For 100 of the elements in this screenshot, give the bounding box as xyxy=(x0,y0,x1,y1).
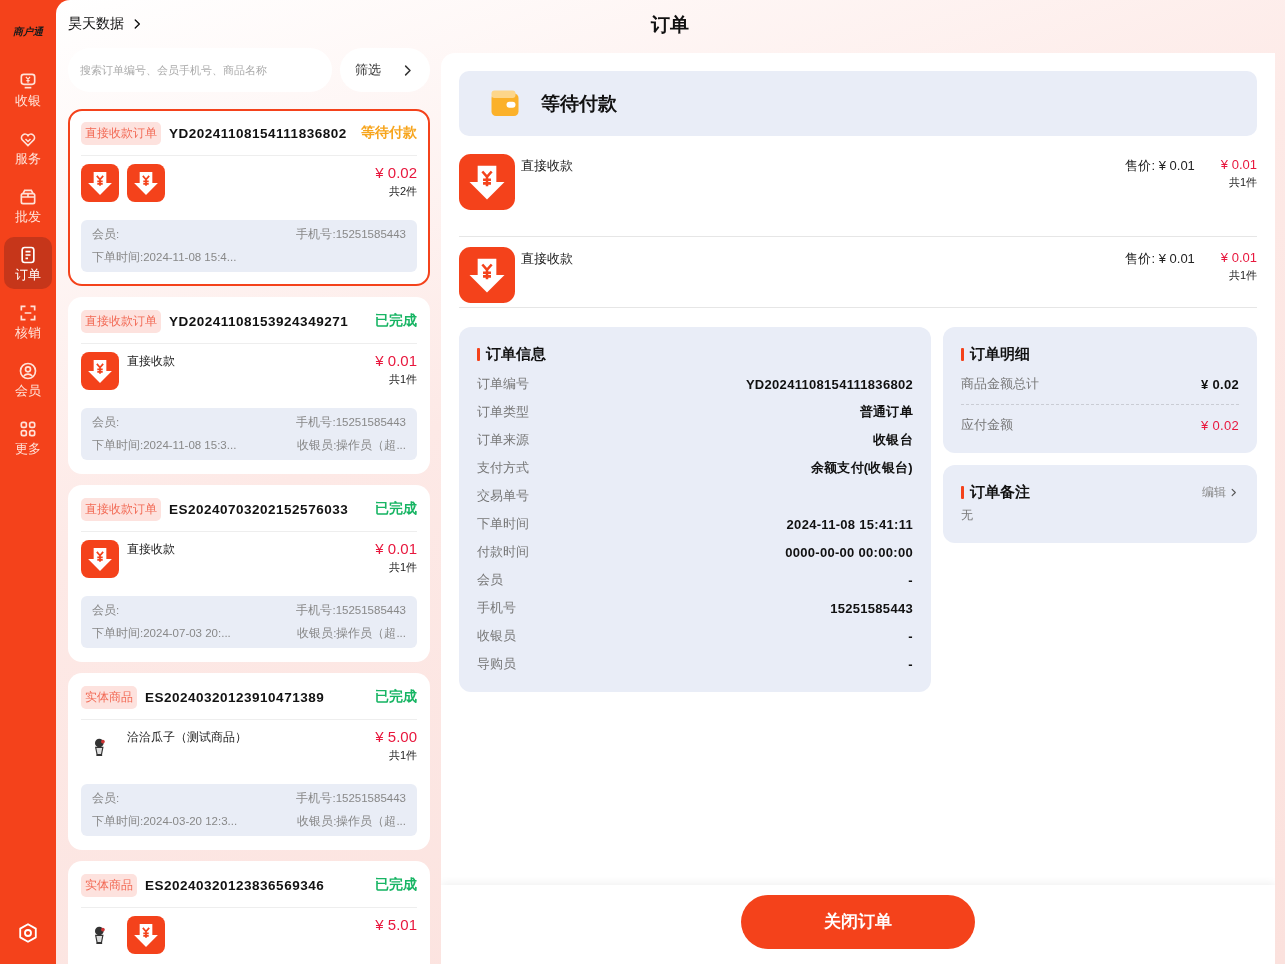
section-title: 订单备注 xyxy=(970,483,1030,502)
sidebar-item[interactable]: 服务 xyxy=(4,121,52,173)
field-value: 普通订单 xyxy=(859,403,913,421)
filter-button[interactable]: 筛选 xyxy=(340,48,430,92)
cashier-name: 收银员:操作员（超... xyxy=(297,438,406,453)
sidebar-item[interactable]: 会员 xyxy=(4,353,52,405)
product-name: 洽洽瓜子（测试商品） xyxy=(127,730,247,745)
field-label: 支付方式 xyxy=(477,459,529,477)
order-total: ¥ 0.01 xyxy=(375,352,417,369)
field-label: 收银员 xyxy=(477,627,516,645)
order-status: 已完成 xyxy=(375,312,417,330)
field-label: 导购员 xyxy=(477,655,516,673)
item-count: 共1件 xyxy=(388,748,417,763)
order-type-tag: 直接收款订单 xyxy=(81,121,161,145)
field-value: - xyxy=(908,628,913,644)
field-label: 交易单号 xyxy=(477,487,529,505)
member-label: 会员: xyxy=(92,415,121,430)
settings-icon[interactable] xyxy=(17,922,39,944)
order-card[interactable]: 直接收款订单 YD20241108154111836802 等待付款 ¥ 0.02 共2件 会员: 手机号:15251585443 下单时间:2024-11-08 15:4... xyxy=(68,109,430,286)
field-value: 余额支付(收银台) xyxy=(810,459,913,477)
section-title: 订单信息 xyxy=(486,345,546,364)
order-total: ¥ 0.02 xyxy=(375,164,417,181)
order-time: 下单时间:2024-11-08 15:3... xyxy=(92,438,238,453)
order-total: ¥ 5.01 xyxy=(375,916,417,933)
field-label: 手机号 xyxy=(477,599,516,617)
member-label: 会员: xyxy=(92,603,121,618)
order-number: ES20240320123836569346 xyxy=(145,877,326,893)
member-label: 会员: xyxy=(92,227,121,242)
page-title: 订单 xyxy=(651,13,689,37)
order-time: 下单时间:2024-07-03 20:... xyxy=(92,626,232,641)
order-type-tag: 实体商品 xyxy=(81,685,137,709)
line-amount: ¥ 0.01 xyxy=(1220,157,1257,172)
field-value: ¥ 0.02 xyxy=(1201,376,1239,392)
order-card[interactable]: 直接收款订单 YD20241108153924349271 已完成 直接收款 ¥ 0.01 共1件 会员: 手机号:15251585443 下单时间:2024-11-08 15:3... 收银员:操作员（超... xyxy=(68,297,430,474)
sidebar-item[interactable]: 更多 xyxy=(4,411,52,463)
breadcrumb-link[interactable]: 昊天数据 xyxy=(68,0,430,48)
order-status: 等待付款 xyxy=(361,124,417,142)
phone-number: 手机号:15251585443 xyxy=(296,791,406,806)
member-label: 会员: xyxy=(92,791,121,806)
field-label: 应付金额 xyxy=(961,416,1013,434)
order-status: 已完成 xyxy=(375,876,417,894)
item-count: 共2件 xyxy=(388,184,417,199)
item-count: 共1件 xyxy=(388,560,417,575)
field-value: - xyxy=(908,656,913,672)
item-count: 共1件 xyxy=(1228,268,1257,283)
unit-price: 售价: ¥ 0.01 xyxy=(1125,157,1195,175)
user-icon xyxy=(18,360,38,381)
status-title: 等待付款 xyxy=(541,91,617,116)
edit-link[interactable]: 编辑 xyxy=(1202,485,1239,500)
item-count: 共1件 xyxy=(388,372,417,387)
remark-text: 无 xyxy=(961,508,974,523)
item-count: 共1件 xyxy=(1228,175,1257,190)
order-number: ES20240320123910471389 xyxy=(145,689,326,705)
order-card[interactable]: 直接收款订单 ES20240703202152576033 已完成 直接收款 ¥ 0.01 共1件 会员: 手机号:15251585443 下单时间:2024-07-03 20:... 收银员:操作员（超... xyxy=(68,485,430,662)
app-logo: 商户通 xyxy=(13,25,43,39)
cashier-name: 收银员:操作员（超... xyxy=(297,626,406,641)
field-value: ¥ 0.02 xyxy=(1201,417,1239,433)
order-card[interactable]: 实体商品 ES20240320123836569346 已完成 ¥ 5.01 xyxy=(68,861,430,964)
order-status: 已完成 xyxy=(375,500,417,518)
field-value: 15251585443 xyxy=(830,600,913,616)
field-label: 付款时间 xyxy=(477,543,529,561)
order-time: 下单时间:2024-03-20 12:3... xyxy=(92,814,239,829)
order-number: ES20240703202152576033 xyxy=(169,501,350,517)
field-label: 订单编号 xyxy=(477,375,529,393)
order-time: 下单时间:2024-11-08 15:4... xyxy=(92,250,238,265)
order-type-tag: 直接收款订单 xyxy=(81,497,161,521)
field-label: 商品金额总计 xyxy=(961,375,1039,393)
section-title: 订单明细 xyxy=(970,345,1030,364)
product-name: 直接收款 xyxy=(521,157,574,175)
product-name: 直接收款 xyxy=(127,354,175,369)
unit-price: 售价: ¥ 0.01 xyxy=(1125,250,1195,268)
field-label: 会员 xyxy=(477,571,503,589)
order-number: YD20241108153924349271 xyxy=(169,313,350,329)
order-card[interactable]: 实体商品 ES20240320123910471389 已完成 洽洽瓜子（测试商品） ¥ 5.00 共1件 会员: 手机号:15251585443 下单时间:2024-03-20 12:3... 收银员:操作员（超... xyxy=(68,673,430,850)
document-icon xyxy=(18,244,38,265)
sidebar-item[interactable]: 收银 xyxy=(4,63,52,115)
line-amount: ¥ 0.01 xyxy=(1220,250,1257,265)
field-label: 订单类型 xyxy=(477,403,529,421)
field-value: - xyxy=(908,572,913,588)
product-name: 直接收款 xyxy=(127,542,175,557)
order-number: YD20241108154111836802 xyxy=(169,125,348,141)
order-type-tag: 直接收款订单 xyxy=(81,309,161,333)
field-value: 2024-11-08 15:41:11 xyxy=(786,516,913,532)
field-value: YD20241108154111836802 xyxy=(745,376,913,392)
order-total: ¥ 0.01 xyxy=(375,540,417,557)
order-type-tag: 实体商品 xyxy=(81,873,137,897)
phone-number: 手机号:15251585443 xyxy=(296,227,406,242)
phone-number: 手机号:15251585443 xyxy=(296,415,406,430)
sidebar-item[interactable]: 核销 xyxy=(4,295,52,347)
product-name: 直接收款 xyxy=(521,250,574,268)
field-label: 订单来源 xyxy=(477,431,529,449)
field-label: 下单时间 xyxy=(477,515,529,533)
order-status: 已完成 xyxy=(375,688,417,706)
sidebar-item[interactable]: 订单 xyxy=(4,237,52,289)
close-order-button[interactable]: 关闭订单 xyxy=(741,894,975,949)
order-total: ¥ 5.00 xyxy=(375,728,417,745)
sidebar-item[interactable]: 批发 xyxy=(4,179,52,231)
phone-number: 手机号:15251585443 xyxy=(296,603,406,618)
search-field[interactable]: 搜索订单编号、会员手机号、商品名称 xyxy=(68,48,332,92)
field-value: 0000-00-00 00:00:00 xyxy=(785,544,913,560)
